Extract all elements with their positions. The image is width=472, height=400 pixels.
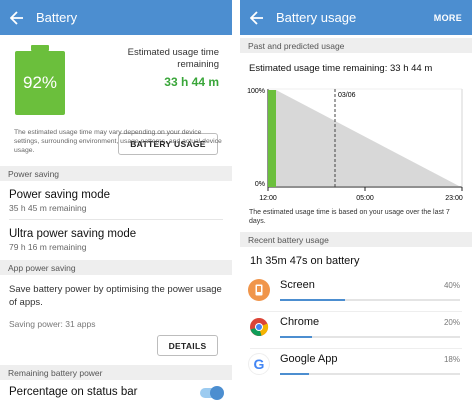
estimate-text: Estimated usage time remaining: 33 h 44 … (249, 63, 433, 74)
ultra-power-saving-mode-subtitle: 79 h 16 m remaining (9, 242, 87, 252)
app-percent: 20% (443, 318, 460, 327)
predicted-usage-area (276, 90, 459, 186)
graph-x-label-start: 12:00 (259, 195, 277, 202)
percentage-status-bar-toggle[interactable] (200, 386, 224, 400)
power-saving-mode-title: Power saving mode (9, 189, 110, 201)
usage-graph: 100% 0% 03/06 12:00 05:00 23:00 (240, 74, 472, 214)
battery-screen: Battery 92% Estimated usage time remaini… (0, 0, 232, 400)
back-arrow-icon[interactable] (250, 10, 266, 26)
app-usage-bar (280, 373, 460, 375)
graph-y-top-label: 100% (247, 88, 265, 95)
app-percent: 40% (443, 281, 460, 290)
battery-usage-screen: Battery usage MORE Past and predicted us… (240, 0, 472, 400)
section-header-past-predicted: Past and predicted usage (240, 38, 472, 53)
battery-percent: 92% (22, 73, 58, 92)
estimate-note: The estimated usage time may vary depend… (14, 129, 222, 154)
percentage-status-bar-item[interactable]: Percentage on status bar (0, 380, 232, 400)
page-title: Battery usage (276, 10, 357, 25)
estimate-value: 33 h 44 m (164, 75, 219, 89)
graph-x-label-mid: 05:00 (356, 195, 374, 202)
app-name: Screen (280, 279, 315, 291)
power-saving-mode-item[interactable]: Power saving mode 35 h 45 m remaining (0, 181, 232, 219)
ultra-power-saving-mode-title: Ultra power saving mode (9, 228, 137, 240)
app-usage-bar (280, 336, 460, 338)
section-header-recent: Recent battery usage (240, 232, 472, 247)
more-menu-button[interactable]: MORE (434, 13, 462, 23)
estimate-label: Estimated usage time remaining (127, 47, 219, 70)
screen-icon (248, 279, 270, 301)
app-percent: 18% (443, 355, 460, 364)
app-name: Google App (280, 353, 338, 365)
google-g-icon: G (248, 353, 270, 375)
section-header-remaining: Remaining battery power (0, 365, 232, 380)
graph-x-label-end: 23:00 (445, 195, 463, 202)
section-header-power-saving: Power saving (0, 166, 232, 181)
battery-level-icon: 92% (15, 45, 65, 115)
panel-divider (232, 0, 240, 400)
app-usage-row[interactable]: Screen 40% (240, 275, 472, 311)
app-usage-row[interactable]: Chrome 20% (240, 312, 472, 348)
on-battery-duration: 1h 35m 47s on battery (250, 255, 360, 267)
usage-graph-svg: 100% 0% 03/06 12:00 05:00 23:00 (247, 88, 463, 202)
app-usage-bar (280, 299, 460, 301)
percentage-status-bar-label: Percentage on status bar (9, 386, 138, 398)
battery-usage-app-bar: Battery usage MORE (240, 0, 472, 35)
graph-marker-label: 03/06 (338, 92, 356, 99)
section-header-app-power-saving: App power saving (0, 260, 232, 275)
app-saving-count: Saving power: 31 apps (9, 319, 96, 329)
details-button[interactable]: DETAILS (157, 335, 218, 356)
graph-y-bottom-label: 0% (255, 181, 265, 188)
past-usage-bar (268, 90, 276, 187)
page-title: Battery (36, 10, 78, 25)
ultra-power-saving-mode-item[interactable]: Ultra power saving mode 79 h 16 m remain… (0, 220, 232, 260)
power-saving-mode-subtitle: 35 h 45 m remaining (9, 203, 87, 213)
back-arrow-icon[interactable] (10, 10, 26, 26)
app-name: Chrome (280, 316, 320, 328)
app-power-saving-text: Save battery power by optimising the pow… (9, 284, 222, 308)
battery-app-bar: Battery (0, 0, 232, 35)
chrome-icon (248, 316, 270, 338)
app-usage-row[interactable]: G Google App 18% (240, 349, 472, 385)
